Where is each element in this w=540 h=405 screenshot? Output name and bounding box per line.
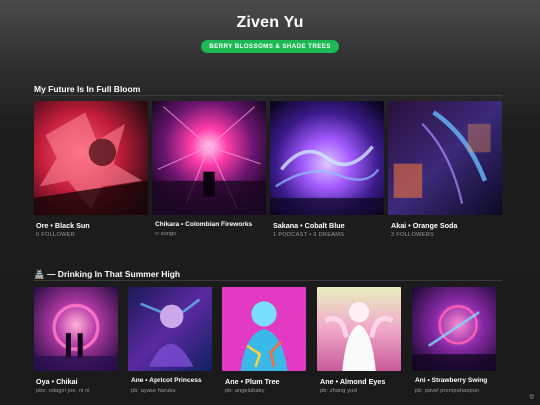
profile-tag-badge[interactable]: BERRY BLOSSOMS & SHADE TREES [201,40,339,53]
playlist-subtitle: pb: ayase haruka [131,388,176,394]
playlist-cover-art[interactable] [270,101,384,215]
playlist-title[interactable]: Ane • Almond Eyes [320,377,385,386]
playlist-cover-art[interactable] [34,101,148,215]
section-title-2[interactable]: 🏯 — Drinking In That Summer High [34,269,180,280]
profile-name: Ziven Yu [236,14,304,31]
playlist-subtitle: 3 FOLLOWERS [391,232,435,238]
playlist-title[interactable]: Sakana • Cobalt Blue [273,221,345,230]
playlist-subtitle: 0 FOLLOWER [36,232,76,238]
copyright-mark: © [529,395,534,401]
playlist-subtitle: pbs: odagiri joe, ni ni [36,388,90,394]
playlist-cover-art[interactable] [128,287,212,371]
playlist-title[interactable]: Ani • Strawberry Swing [415,377,487,384]
playlist-subtitle: pb: angelababy [225,388,265,394]
playlist-cover-art[interactable] [222,287,306,371]
profile-header: Ziven Yu BERRY BLOSSOMS & SHADE TREES [0,0,540,60]
playlist-subtitle: pb: zhang yuxi [320,388,358,394]
section-divider-2 [34,280,502,281]
playlist-cover-art[interactable] [152,101,266,215]
playlist-subtitle: pb: pavel prompahaopun [415,388,480,394]
playlist-subtitle: ∞ songs [155,231,177,237]
section-title-1[interactable]: My Future Is In Full Bloom [34,84,140,94]
playlist-title[interactable]: Ane • Apricot Princess [131,377,202,384]
playlist-title[interactable]: Akai • Orange Soda [391,221,457,230]
playlist-title[interactable]: Ore • Black Sun [36,221,90,230]
playlist-cover-art[interactable] [34,287,118,371]
playlist-title[interactable]: Ane • Plum Tree [225,377,279,386]
playlist-title[interactable]: Oya • Chikai [36,377,78,386]
playlist-cover-art[interactable] [317,287,401,371]
section-divider-1 [34,95,502,96]
playlist-cover-art[interactable] [412,287,496,371]
playlist-subtitle: 1 PODCAST • 3 DREAMS [273,232,345,238]
playlist-title[interactable]: Chikara • Colombian Fireworks [155,221,252,228]
playlist-cover-art[interactable] [388,101,502,215]
